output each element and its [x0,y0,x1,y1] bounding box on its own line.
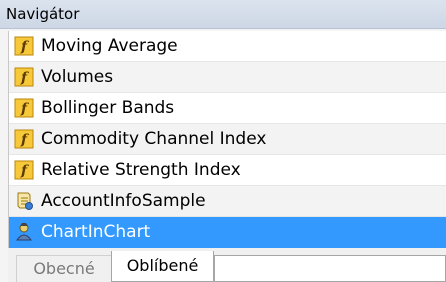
list-item-label: Relative Strength Index [41,160,241,180]
list-item-volumes[interactable]: f Volumes [9,62,446,93]
function-icon: f [14,67,34,87]
function-icon: f [14,160,34,180]
expert-advisor-icon [16,223,32,241]
script-icon [17,192,33,210]
list-item-account-info-sample[interactable]: AccountInfoSample [9,186,446,217]
tab-oblibene[interactable]: Oblíbené [111,251,214,282]
list-item-label: Volumes [41,67,114,87]
list-item-label: Commodity Channel Index [41,129,267,149]
list-item-label: ChartInChart [41,222,151,242]
tab-bar: Obecné Oblíbené [8,248,446,282]
function-icon: f [14,129,34,149]
list-item-label: Moving Average [41,36,178,56]
navigator-list: f Moving Average f Volumes f Bollinger B… [8,31,446,248]
tab-obecne[interactable]: Obecné [16,255,111,282]
function-icon: f [14,36,34,56]
list-item-bollinger-bands[interactable]: f Bollinger Bands [9,93,446,124]
list-item-chart-in-chart[interactable]: ChartInChart [9,217,446,248]
tab-strip-filler [214,255,446,282]
navigator-panel: Navigátor f Moving Average f Volumes f B… [0,0,446,282]
list-item-relative-strength-index[interactable]: f Relative Strength Index [9,155,446,186]
list-item-moving-average[interactable]: f Moving Average [9,31,446,62]
list-item-commodity-channel-index[interactable]: f Commodity Channel Index [9,124,446,155]
list-item-label: Bollinger Bands [41,98,175,118]
list-item-label: AccountInfoSample [41,191,206,211]
panel-title: Navigátor [0,0,446,29]
function-icon: f [14,98,34,118]
